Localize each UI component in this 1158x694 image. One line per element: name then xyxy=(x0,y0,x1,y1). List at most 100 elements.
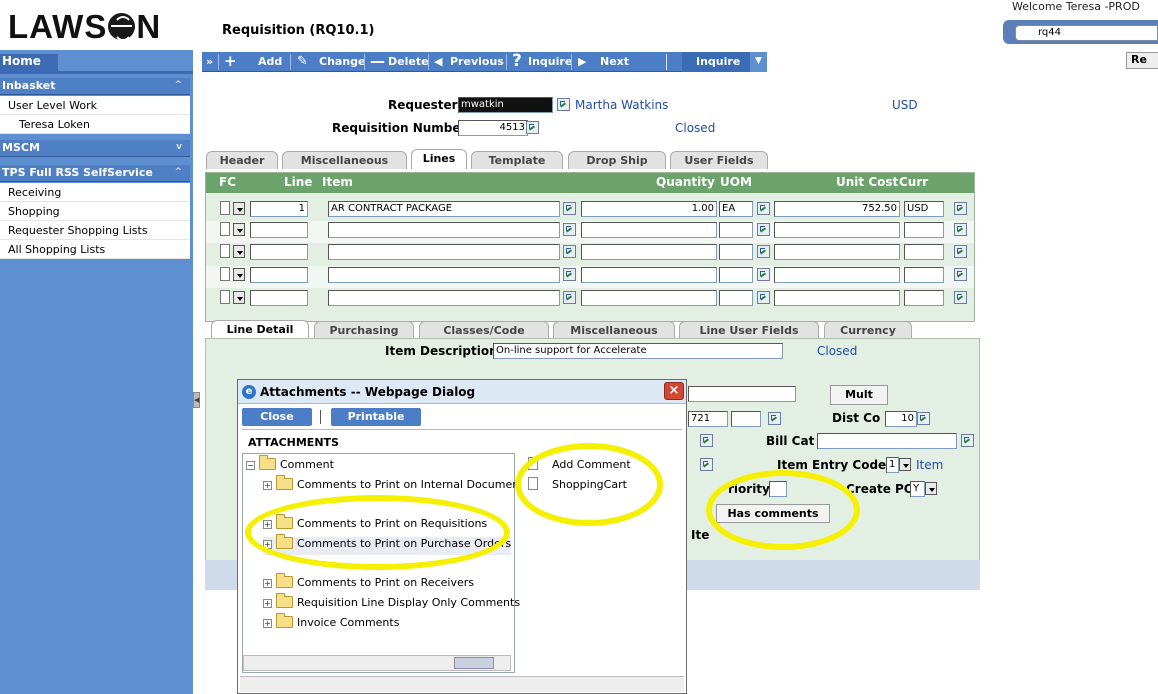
unit-cost-input[interactable] xyxy=(774,244,900,260)
fc-checkbox[interactable] xyxy=(220,290,230,304)
uom-input[interactable] xyxy=(719,267,753,283)
fc-dropdown[interactable] xyxy=(233,202,245,215)
expand-icon[interactable]: + xyxy=(263,619,272,628)
select-icon[interactable] xyxy=(757,268,770,281)
select-icon[interactable] xyxy=(954,223,967,236)
curr-input[interactable] xyxy=(904,267,944,283)
nav-item-requester-shopping-lists[interactable]: Requester Shopping Lists xyxy=(0,221,190,240)
expand-button[interactable]: » xyxy=(206,52,213,72)
delete-button[interactable]: Delete xyxy=(388,52,429,72)
item-entry-code-dropdown[interactable] xyxy=(899,458,911,471)
expand-icon[interactable]: + xyxy=(263,599,272,608)
previous-button[interactable]: Previous xyxy=(450,52,504,72)
tree-item-requisitions[interactable]: + Comments to Print on Requisitions xyxy=(263,514,487,535)
quantity-input[interactable] xyxy=(581,267,717,283)
scrollbar-thumb[interactable] xyxy=(454,657,494,669)
nav-item-shopping[interactable]: Shopping xyxy=(0,202,190,221)
item-input[interactable] xyxy=(328,222,560,238)
line-input[interactable] xyxy=(250,267,308,283)
add-icon[interactable]: + xyxy=(224,53,237,70)
tab-user-fields[interactable]: User Fields xyxy=(670,151,768,169)
quantity-input[interactable] xyxy=(581,244,717,260)
fc-dropdown[interactable] xyxy=(233,223,245,236)
quantity-input[interactable] xyxy=(581,290,717,306)
uom-input[interactable]: EA xyxy=(719,201,753,217)
previous-icon[interactable]: ◀ xyxy=(434,53,442,70)
nav-section-inbasket[interactable]: Inbasket ^ xyxy=(0,78,190,95)
select-icon[interactable] xyxy=(700,458,713,471)
quantity-input[interactable]: 1.00 xyxy=(581,201,717,217)
line-input[interactable]: 1 xyxy=(250,201,308,217)
printable-view-button[interactable]: Printable View xyxy=(331,408,421,441)
nav-home-tab[interactable]: Home xyxy=(0,54,58,71)
collapse-icon[interactable]: − xyxy=(246,461,255,470)
tab-header[interactable]: Header xyxy=(206,151,278,169)
item-link[interactable]: Item xyxy=(916,458,943,472)
tree-item-internal-documents[interactable]: + Comments to Print on Internal Documents xyxy=(263,475,529,496)
add-comment-item[interactable]: Add Comment xyxy=(528,457,631,475)
nav-item-receiving[interactable]: Receiving xyxy=(0,183,190,202)
nav-splitter[interactable] xyxy=(193,50,203,694)
question-icon[interactable]: ? xyxy=(512,53,522,70)
unit-cost-input[interactable] xyxy=(774,290,900,306)
select-icon[interactable] xyxy=(757,245,770,258)
mult-button[interactable]: Mult xyxy=(830,385,888,405)
quantity-input[interactable] xyxy=(581,222,717,238)
curr-input[interactable] xyxy=(904,244,944,260)
curr-input[interactable] xyxy=(904,222,944,238)
tab-line-detail[interactable]: Line Detail xyxy=(211,320,309,340)
nav-section-mscm[interactable]: MSCM v xyxy=(0,140,190,157)
add-button[interactable]: Add xyxy=(258,52,282,72)
unit-cost-input[interactable] xyxy=(774,222,900,238)
tree-item-purchase-orders[interactable]: + Comments to Print on Purchase Orders xyxy=(263,534,511,555)
item-input[interactable] xyxy=(328,244,560,260)
tab-line-user-fields[interactable]: Line User Fields xyxy=(679,321,819,339)
dialog-close-button[interactable]: Close xyxy=(242,408,312,426)
collapse-nav-icon[interactable]: ◀ xyxy=(193,392,200,408)
expand-icon[interactable]: + xyxy=(263,481,272,490)
tab-classes-code[interactable]: Classes/Code xyxy=(419,321,549,339)
tree-item-comment[interactable]: − Comment xyxy=(246,455,334,476)
nav-item-user-level-work[interactable]: User Level Work xyxy=(0,96,190,115)
expand-icon[interactable]: + xyxy=(263,579,272,588)
select-icon[interactable] xyxy=(563,223,576,236)
select-icon[interactable] xyxy=(700,434,713,447)
fc-checkbox[interactable] xyxy=(220,201,230,215)
select-icon[interactable] xyxy=(757,291,770,304)
create-po-dropdown[interactable] xyxy=(925,482,937,495)
requester-input[interactable]: mwatkin xyxy=(458,97,553,113)
detail-small-input[interactable] xyxy=(731,411,761,427)
inquire-button[interactable]: Inquire xyxy=(528,52,572,72)
fc-checkbox[interactable] xyxy=(220,267,230,281)
fc-dropdown[interactable] xyxy=(233,245,245,258)
fc-checkbox[interactable] xyxy=(220,244,230,258)
tab-miscellaneous[interactable]: Miscellaneous xyxy=(282,151,407,169)
tree-item-invoice-comments[interactable]: + Invoice Comments xyxy=(263,613,399,634)
req-number-input[interactable]: 4513 xyxy=(458,120,528,136)
select-icon[interactable] xyxy=(526,121,539,134)
select-icon[interactable] xyxy=(961,434,974,447)
expand-icon[interactable]: + xyxy=(263,520,272,529)
nav-item-all-shopping-lists[interactable]: All Shopping Lists xyxy=(0,240,190,259)
re-button[interactable]: Re xyxy=(1126,52,1158,69)
unit-cost-input[interactable]: 752.50 xyxy=(774,201,900,217)
select-icon[interactable] xyxy=(563,202,576,215)
fc-dropdown[interactable] xyxy=(233,291,245,304)
has-comments-button[interactable]: Has comments xyxy=(716,504,830,523)
detail-field-input[interactable] xyxy=(688,386,796,402)
item-entry-code-input[interactable]: 1 xyxy=(886,457,899,473)
curr-input[interactable] xyxy=(904,290,944,306)
expand-icon[interactable]: + xyxy=(263,540,272,549)
select-icon[interactable] xyxy=(768,412,781,425)
next-icon[interactable]: ▶ xyxy=(578,53,586,70)
select-icon[interactable] xyxy=(954,268,967,281)
shopping-cart-item[interactable]: ShoppingCart xyxy=(528,477,627,495)
item-input[interactable] xyxy=(328,290,560,306)
tree-item-receivers[interactable]: + Comments to Print on Receivers xyxy=(263,573,474,594)
minus-icon[interactable]: — xyxy=(370,53,385,70)
select-icon[interactable] xyxy=(563,291,576,304)
select-icon[interactable] xyxy=(954,291,967,304)
fc-checkbox[interactable] xyxy=(220,222,230,236)
unit-cost-input[interactable] xyxy=(774,267,900,283)
close-icon[interactable]: × xyxy=(664,382,684,400)
